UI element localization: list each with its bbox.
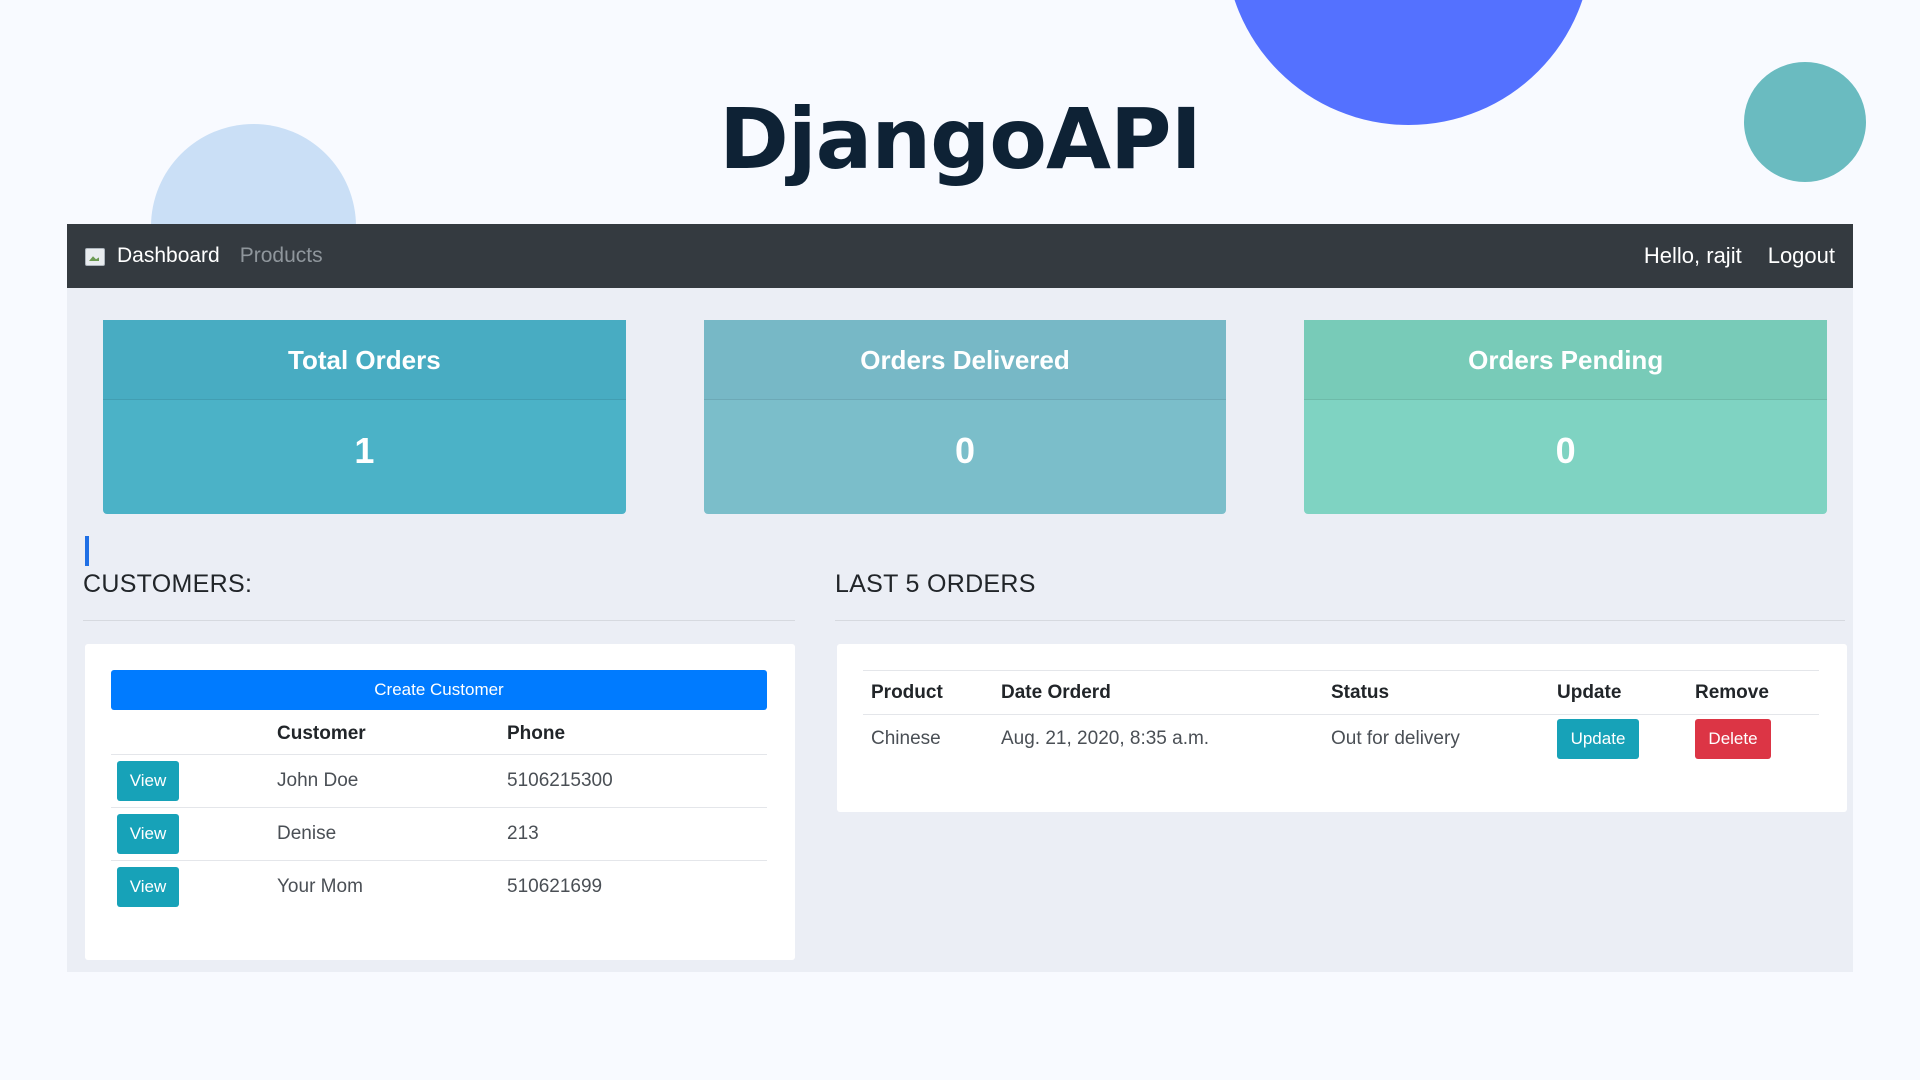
column-header-status: Status — [1323, 670, 1549, 715]
table-row: Chinese Aug. 21, 2020, 8:35 a.m. Out for… — [863, 715, 1819, 763]
customers-header-row: Customer Phone — [111, 714, 767, 755]
card-orders-delivered-value: 0 — [954, 430, 976, 471]
card-orders-delivered: Orders Delivered 0 — [703, 320, 1227, 514]
column-header-phone: Phone — [507, 714, 767, 755]
slide-title: DjangoAPI — [719, 90, 1202, 188]
orders-heading: LAST 5 ORDERS — [835, 570, 1036, 598]
view-customer-button[interactable]: View — [117, 813, 179, 854]
column-header-date: Date Orderd — [993, 670, 1323, 715]
navbar: Dashboard Products Hello, rajit Logout — [67, 224, 1853, 288]
orders-divider — [835, 620, 1845, 621]
order-product: Chinese — [871, 727, 941, 749]
column-header-remove: Remove — [1687, 670, 1819, 715]
card-orders-pending-value: 0 — [1555, 430, 1576, 471]
customer-phone: 5106215300 — [507, 754, 767, 808]
card-orders-pending: Orders Pending 0 — [1304, 320, 1828, 514]
card-orders-pending-label: Orders Pending — [1304, 320, 1828, 400]
user-greeting: Hello, rajit — [1643, 243, 1742, 268]
nav-dashboard-link[interactable]: Dashboard — [117, 244, 220, 268]
logout-link[interactable]: Logout — [1768, 243, 1835, 269]
orders-table: Product Date Orderd Status Update Remove… — [863, 670, 1819, 763]
column-header-action — [111, 714, 277, 755]
customer-name: Denise — [277, 807, 507, 861]
table-row: View Denise 213 — [111, 807, 767, 861]
card-orders-delivered-label: Orders Delivered — [703, 320, 1227, 400]
stats-cards: Total Orders 1 Orders Delivered 0 Orders… — [103, 320, 1828, 514]
card-total-orders: Total Orders 1 — [103, 320, 626, 514]
column-header-update: Update — [1549, 670, 1687, 715]
customers-divider — [83, 620, 795, 621]
customer-phone: 213 — [507, 807, 767, 861]
column-header-product: Product — [863, 670, 993, 715]
customer-phone: 510621699 — [507, 875, 603, 897]
nav-products-link[interactable]: Products — [240, 244, 323, 268]
customer-name: Your Mom — [277, 875, 363, 897]
column-header-customer: Customer — [277, 714, 507, 755]
delete-order-button[interactable]: Delete — [1695, 718, 1771, 759]
nav-user-area: Hello, rajit Logout — [1644, 243, 1835, 269]
customers-panel: Create Customer Customer Phone View John… — [85, 644, 795, 960]
update-order-button[interactable]: Update — [1557, 718, 1639, 759]
order-status: Out for delivery — [1331, 727, 1460, 749]
orders-panel: Product Date Orderd Status Update Remove… — [837, 644, 1847, 812]
broken-image-icon — [85, 246, 105, 266]
view-customer-button[interactable]: View — [117, 866, 179, 907]
app-screenshot: Dashboard Products Hello, rajit Logout T… — [67, 224, 1853, 972]
card-total-orders-label: Total Orders — [103, 320, 626, 400]
table-row: View Your Mom 510621699 — [111, 860, 767, 913]
card-total-orders-value: 1 — [354, 430, 375, 471]
customer-name: John Doe — [277, 754, 507, 808]
order-date: Aug. 21, 2020, 8:35 a.m. — [1001, 727, 1210, 749]
orders-header-row: Product Date Orderd Status Update Remove — [863, 670, 1819, 715]
customers-table: Customer Phone View John Doe 5106215300 … — [111, 714, 767, 913]
table-row: View John Doe 5106215300 — [111, 754, 767, 808]
text-cursor — [85, 536, 89, 566]
create-customer-button[interactable]: Create Customer — [111, 670, 767, 710]
view-customer-button[interactable]: View — [117, 760, 179, 801]
customers-heading: CUSTOMERS: — [83, 570, 253, 598]
